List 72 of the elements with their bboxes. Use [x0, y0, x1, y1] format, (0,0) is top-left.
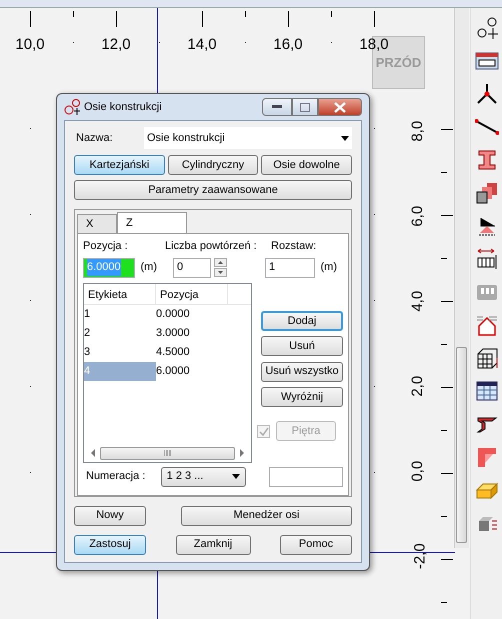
table-cell[interactable]: 0.0000 — [156, 304, 190, 324]
scrollbar-thumb[interactable] — [456, 347, 467, 543]
action-button[interactable]: Dodaj — [261, 310, 343, 330]
axis-label: 8,0 — [408, 120, 428, 142]
dialog-button[interactable]: Pomoc — [280, 534, 352, 554]
mode-button[interactable]: Cylindryczny — [168, 155, 258, 175]
field-label: Numeracja : — [85, 469, 146, 484]
table-cell[interactable]: 3.0000 — [156, 324, 190, 342]
axis-label: 14,0 — [187, 35, 217, 55]
axis-label: -2,0 — [410, 543, 430, 570]
spinner-icon[interactable] — [214, 258, 227, 277]
axis-label: 12,0 — [101, 35, 131, 55]
maximize-icon — [300, 102, 310, 112]
minimize-button[interactable] — [262, 98, 292, 116]
table-cell[interactable]: 1 — [84, 304, 156, 324]
action-button[interactable]: Wyróżnij — [261, 387, 343, 407]
grip-icon — [164, 450, 171, 456]
numbering-dropdown[interactable]: 1 2 3 ... — [160, 466, 246, 486]
close-button[interactable] — [318, 98, 362, 116]
maximize-button[interactable] — [292, 98, 318, 116]
dialog-button[interactable]: Zastosuj — [74, 534, 146, 554]
minimize-icon — [272, 105, 282, 109]
app-icon — [64, 99, 80, 115]
dropdown-value: Osie konstrukcji — [147, 130, 225, 146]
action-button[interactable]: Usuń wszystko — [261, 362, 343, 382]
column-header: Etykieta — [84, 284, 156, 304]
close-icon — [334, 102, 346, 112]
advanced-button[interactable]: Parametry zaawansowane — [74, 180, 352, 200]
scrollbar-thumb[interactable] — [100, 446, 235, 460]
axis-label: 10,0 — [15, 35, 45, 55]
check-icon — [258, 426, 268, 436]
caret-icon — [341, 136, 349, 140]
scroll-left-icon[interactable] — [90, 449, 96, 457]
table-cell[interactable]: 4.5000 — [156, 342, 190, 362]
dropdown-value: 1 2 3 ... — [166, 469, 204, 484]
mode-button[interactable]: Osie dowolne — [261, 155, 352, 175]
axis-label: 16,0 — [273, 35, 303, 55]
axis-label: 4,0 — [408, 290, 428, 312]
field-value: 6.0000 — [87, 259, 121, 276]
load-icon[interactable] — [474, 247, 498, 271]
dialog-button[interactable]: Menedżer osi — [181, 506, 352, 526]
table-cell[interactable]: 3 — [84, 342, 156, 362]
axis-label: 18,0 — [359, 35, 389, 55]
window-title: Osie konstrukcji — [84, 100, 162, 115]
layers-icon[interactable] — [474, 181, 498, 205]
axis-label: 6,0 — [408, 206, 428, 227]
action-button[interactable]: Usuń — [261, 336, 343, 356]
unit-label: (m) — [140, 260, 157, 276]
field-label: Rozstaw: — [270, 239, 318, 254]
dialog-button[interactable]: Nowy — [74, 506, 146, 526]
table-icon[interactable] — [474, 379, 498, 403]
axis-label: 0,0 — [408, 460, 428, 482]
axis-label: 2,0 — [408, 376, 428, 397]
mode-button[interactable]: Kartezjański — [74, 155, 165, 175]
tab[interactable]: X — [77, 214, 117, 233]
node-icon[interactable] — [474, 82, 498, 106]
scroll-right-icon[interactable] — [239, 449, 245, 457]
frame-icon[interactable] — [474, 346, 498, 370]
table-cell[interactable]: 6.0000 — [156, 362, 190, 380]
unit-label: (m) — [320, 260, 337, 276]
axes-icon[interactable] — [474, 16, 498, 40]
table-cell[interactable]: 2 — [84, 324, 156, 342]
dialog-button[interactable]: Zamknij — [176, 534, 250, 554]
field-label: Pozycja : — [83, 239, 129, 254]
field-label: Liczba powtórzeń : — [165, 239, 258, 254]
repeat-field[interactable]: 0 — [173, 258, 211, 278]
column-header: Pozycja — [156, 284, 228, 304]
spacing-field[interactable]: 1 — [265, 258, 315, 278]
field-label: Nazwa: — [75, 130, 114, 146]
tab[interactable]: Z — [117, 212, 187, 233]
caret-icon — [232, 474, 240, 479]
name-dropdown[interactable]: Osie konstrukcji — [144, 127, 352, 149]
